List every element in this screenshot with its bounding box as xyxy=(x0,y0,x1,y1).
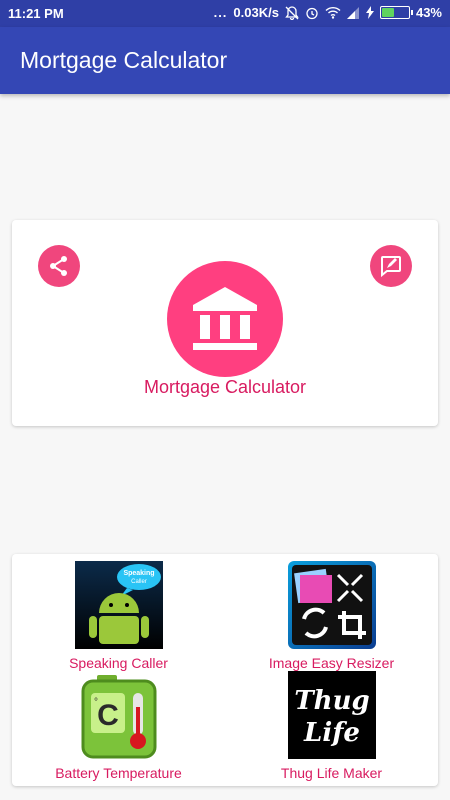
bank-icon xyxy=(193,287,257,350)
status-right: ... 0.03K/s 43% xyxy=(214,5,442,20)
share-button[interactable] xyxy=(38,245,80,287)
svg-text:°: ° xyxy=(94,697,98,708)
app-image-easy-resizer[interactable]: Image Easy Resizer xyxy=(225,561,438,671)
app-battery-temperature[interactable]: C ° Battery Temperature xyxy=(12,671,225,781)
status-bar: 11:21 PM ... 0.03K/s 43% xyxy=(0,0,450,27)
main-caption: Mortgage Calculator xyxy=(143,377,307,397)
status-time: 11:21 PM xyxy=(8,6,64,21)
app-speaking-caller[interactable]: Speaking Caller Speaking Caller xyxy=(12,561,225,671)
app-bar-title: Mortgage Calculator xyxy=(20,47,228,73)
feedback-button[interactable] xyxy=(370,245,412,287)
app-label: Thug Life Maker xyxy=(280,765,383,781)
signal-icon xyxy=(346,6,359,19)
share-icon xyxy=(50,256,67,276)
app-label: Speaking Caller xyxy=(69,655,168,671)
wifi-icon xyxy=(325,6,341,19)
status-dots: ... xyxy=(213,5,228,20)
more-apps-card: Speaking Caller Speaking Caller Image Ea… xyxy=(12,554,438,786)
edit-icon xyxy=(381,256,401,278)
mute-icon xyxy=(285,5,299,20)
app-thug-life-maker[interactable]: Thug Life Thug Life Maker xyxy=(225,671,438,781)
app-label: Image Easy Resizer xyxy=(268,655,395,671)
svg-text:C: C xyxy=(97,699,119,732)
svg-text:Speaking: Speaking xyxy=(123,570,154,577)
battery-percent: 43% xyxy=(415,5,442,20)
speaking-caller-icon: Speaking Caller xyxy=(74,561,163,649)
image-resizer-icon xyxy=(287,561,376,649)
svg-text:Life: Life xyxy=(303,718,360,748)
battery-temperature-icon: C ° xyxy=(81,675,156,759)
app-label: Battery Temperature xyxy=(55,765,182,781)
main-card: Mortgage Calculator xyxy=(12,220,438,426)
network-speed: 0.03K/s xyxy=(233,5,279,20)
main-app-icon[interactable] xyxy=(167,261,283,377)
app-bar: Mortgage Calculator xyxy=(0,27,450,94)
charging-icon xyxy=(365,6,374,19)
svg-text:Caller: Caller xyxy=(131,579,147,585)
svg-text:Thug: Thug xyxy=(294,686,369,716)
battery-level xyxy=(381,8,394,17)
alarm-icon xyxy=(306,7,318,19)
thug-life-icon: Thug Life xyxy=(287,671,376,759)
battery-icon xyxy=(379,6,413,19)
